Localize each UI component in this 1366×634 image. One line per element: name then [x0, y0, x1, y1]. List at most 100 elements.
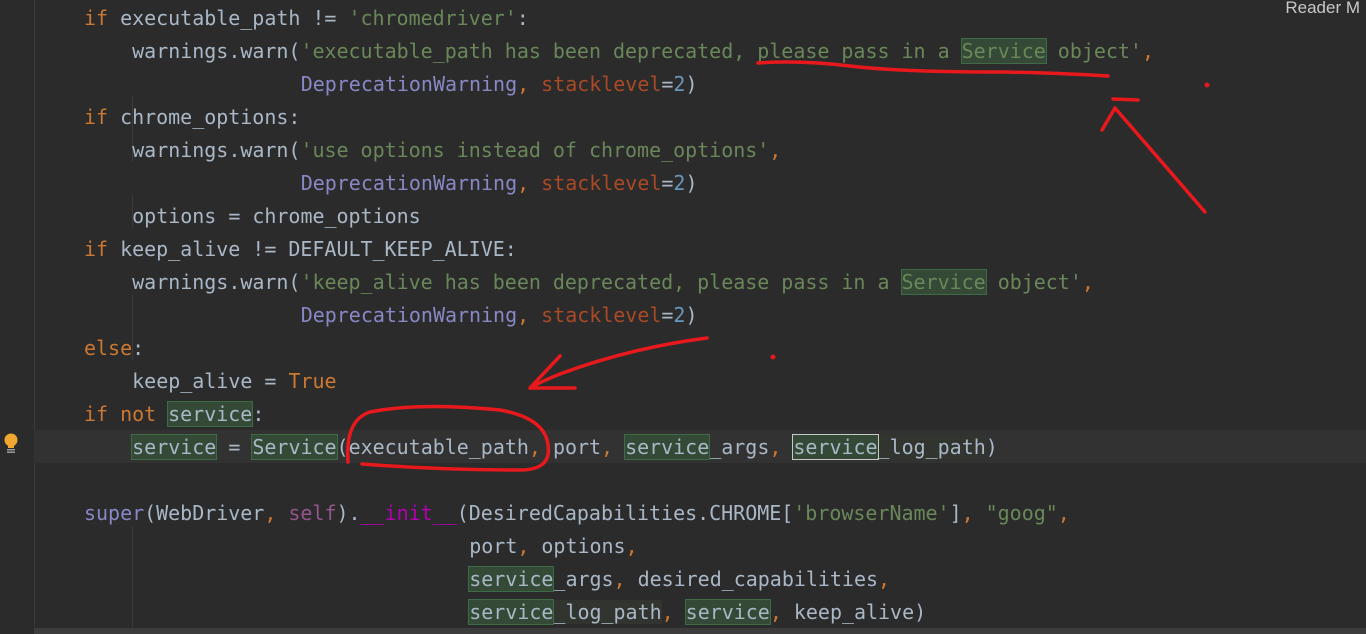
code-token: , [769, 138, 782, 162]
code-token: Service [900, 269, 987, 295]
code-token: port [552, 435, 602, 459]
code-token: : [516, 6, 529, 30]
code-line[interactable]: if keep_alive != DEFAULT_KEEP_ALIVE: [84, 233, 517, 266]
code-line[interactable]: warnings.warn('executable_path has been … [132, 35, 1154, 68]
code-token: ) [985, 435, 998, 459]
code-token: stacklevel [541, 303, 662, 327]
code-line[interactable]: super(WebDriver, self).__init__(DesiredC… [84, 497, 1070, 530]
code-token: desired_capabilities [637, 567, 878, 591]
code-token: __init__ [360, 501, 457, 525]
code-token: (WebDriver [144, 501, 265, 525]
code-line[interactable]: port, options, [469, 530, 637, 563]
code-token: , [517, 171, 542, 195]
code-token: if [84, 105, 109, 129]
code-token: ) [685, 303, 698, 327]
code-line[interactable]: DeprecationWarning, stacklevel=2) [301, 299, 698, 332]
code-token: service [624, 434, 711, 460]
code-token: (executable_path [336, 435, 529, 459]
code-token: : [252, 402, 265, 426]
code-token: 'keep_alive has been deprecated, please … [300, 270, 902, 294]
code-token: 2 [673, 303, 686, 327]
code-line[interactable]: warnings.warn('use options instead of ch… [132, 134, 781, 167]
code-token: , [961, 501, 986, 525]
code-line[interactable]: DeprecationWarning, stacklevel=2) [301, 68, 698, 101]
code-token: service [167, 401, 254, 427]
code-token: options = chrome_options [132, 204, 421, 228]
code-token: if [84, 237, 109, 261]
code-token: : [132, 336, 145, 360]
code-token: ] [949, 501, 962, 525]
code-token: _args [709, 435, 770, 459]
code-token: , [517, 303, 542, 327]
code-token: executable_path != [108, 6, 349, 30]
code-token: service [468, 599, 555, 625]
code-token: , [601, 435, 626, 459]
code-token: chrome_options: [108, 105, 301, 129]
code-token: service [468, 566, 555, 592]
code-token: options [541, 534, 626, 558]
code-token: 2 [673, 72, 686, 96]
code-token: = [661, 171, 674, 195]
code-line[interactable]: if chrome_options: [84, 101, 300, 134]
reader-mode-label[interactable]: Reader M [1285, 0, 1360, 18]
code-token: = [661, 303, 674, 327]
code-token: keep_alive != DEFAULT_KEEP_ALIVE: [108, 237, 517, 261]
code-token: , [1057, 501, 1070, 525]
code-line[interactable]: if executable_path != 'chromedriver': [84, 2, 529, 35]
code-token: , [528, 435, 553, 459]
code-token: , [661, 600, 686, 624]
code-editor[interactable]: if executable_path != 'chromedriver': war… [0, 0, 1366, 634]
code-token: , [878, 567, 891, 591]
code-token: DeprecationWarning [300, 72, 518, 96]
code-token: service [131, 434, 218, 460]
gutter-divider [34, 0, 35, 634]
code-token: ) [685, 171, 698, 195]
lightbulb-icon[interactable] [2, 432, 20, 458]
indent-guide [132, 526, 133, 634]
code-token: DeprecationWarning [300, 303, 518, 327]
code-token: , [769, 435, 794, 459]
code-line[interactable]: service = Service(executable_path, port,… [131, 431, 998, 464]
code-token: 2 [673, 171, 686, 195]
code-line[interactable]: keep_alive = True [132, 365, 336, 398]
code-token: , [613, 567, 638, 591]
code-line[interactable]: service_args, desired_capabilities, [468, 563, 891, 596]
code-token: object' [985, 270, 1082, 294]
code-token: warnings.warn( [132, 270, 301, 294]
code-token: , [264, 501, 289, 525]
code-token: if not [84, 402, 169, 426]
code-token: (DesiredCapabilities.CHROME[ [456, 501, 794, 525]
code-line[interactable]: else: [84, 332, 144, 365]
code-token: ) [685, 72, 698, 96]
code-token: 'browserName' [793, 501, 950, 525]
code-token: True [288, 369, 337, 393]
code-line[interactable]: service_log_path, service, keep_alive) [468, 596, 926, 629]
code-token: , [1141, 39, 1154, 63]
code-token: if [84, 6, 109, 30]
code-token: _log_path [553, 600, 662, 624]
code-token: service [792, 434, 879, 460]
code-token: _log_path [877, 435, 986, 459]
code-token: "goog" [985, 501, 1058, 525]
code-token: self [288, 501, 337, 525]
code-line[interactable]: DeprecationWarning, stacklevel=2) [301, 167, 698, 200]
horizontal-scrollbar[interactable] [34, 628, 1366, 634]
code-token: keep_alive = [132, 369, 289, 393]
code-line[interactable]: options = chrome_options [132, 200, 421, 233]
code-token: , [625, 534, 638, 558]
code-token: ). [336, 501, 361, 525]
code-line[interactable]: warnings.warn('keep_alive has been depre… [132, 266, 1094, 299]
code-token: , [517, 534, 542, 558]
code-token: 'chromedriver' [348, 6, 517, 30]
code-line[interactable]: if not service: [84, 398, 264, 431]
code-token: Service [251, 434, 338, 460]
code-token: , [769, 600, 794, 624]
code-token: warnings.warn( [132, 39, 301, 63]
code-token: Service [960, 38, 1047, 64]
code-token: = [216, 435, 253, 459]
code-token: port [469, 534, 518, 558]
code-token: 'use options instead of chrome_options' [300, 138, 770, 162]
code-token: _args [553, 567, 614, 591]
code-token: , [1081, 270, 1094, 294]
code-token: else [84, 336, 133, 360]
